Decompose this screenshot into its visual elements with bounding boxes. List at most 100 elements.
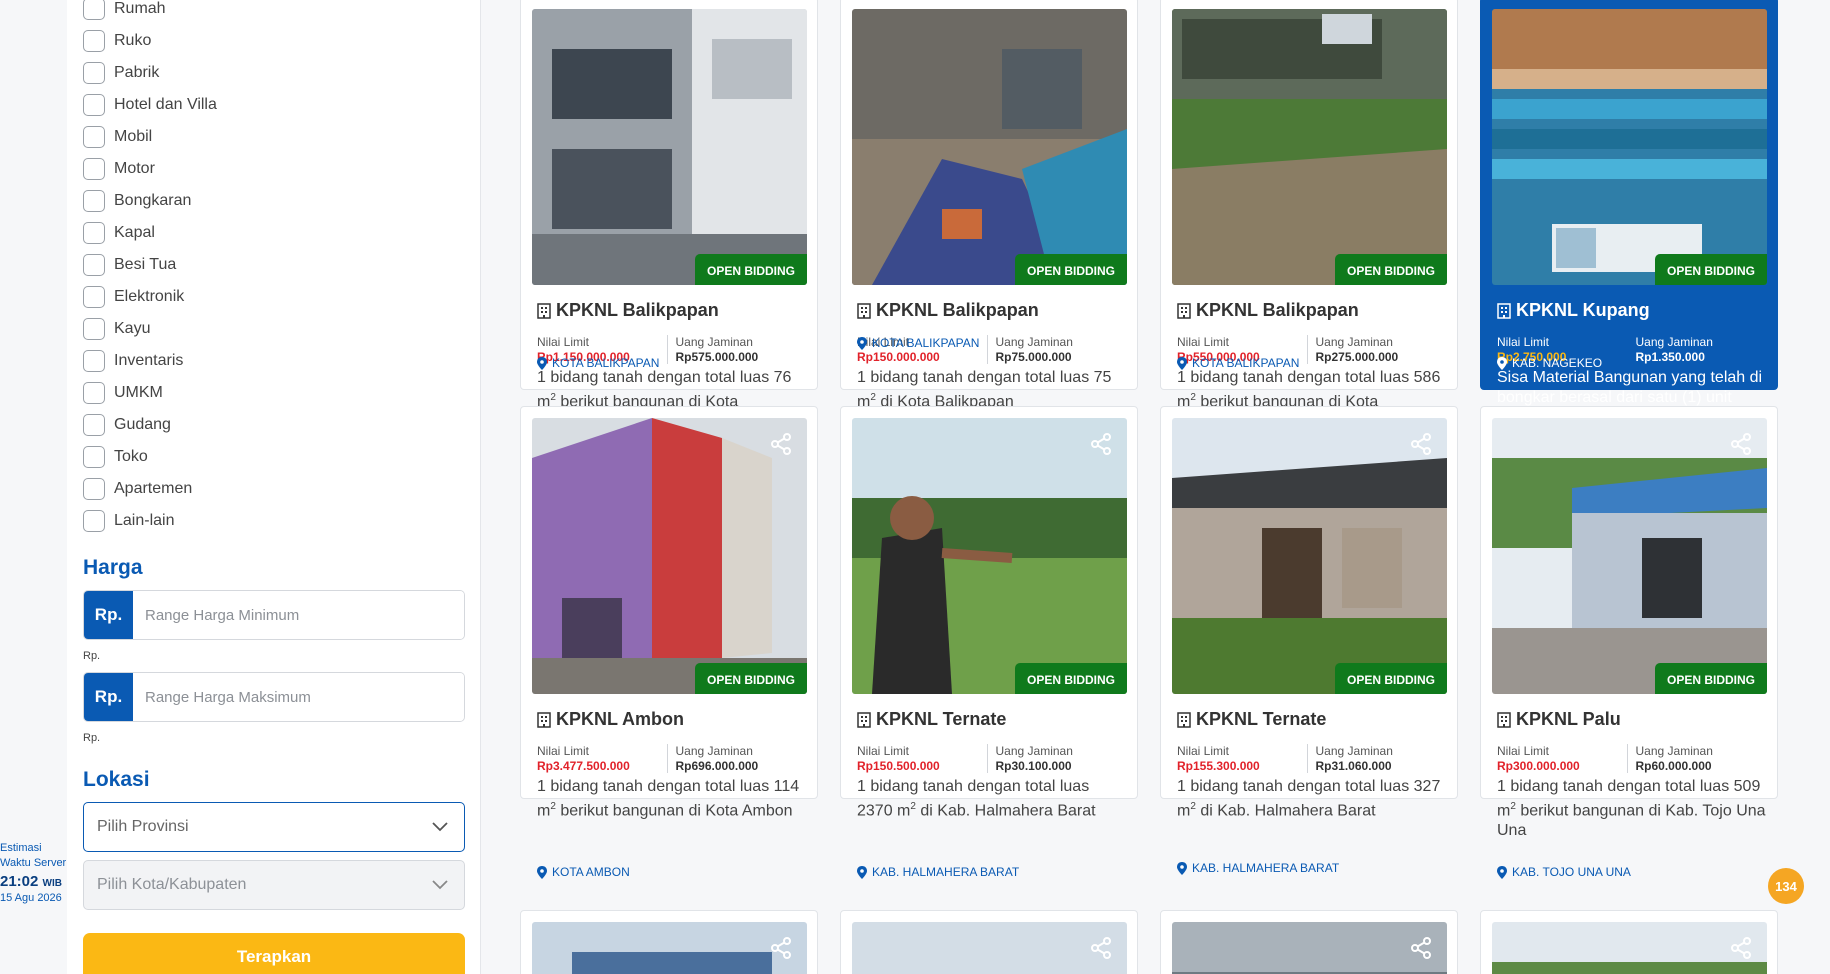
price-section-title: Harga	[83, 556, 143, 579]
category-item[interactable]: Kapal	[83, 217, 217, 249]
limit-value: Rp150.000.000	[857, 350, 940, 364]
guarantee-value: Rp60.000.000	[1635, 759, 1712, 773]
checkbox[interactable]	[83, 30, 105, 52]
auction-card[interactable]: OPEN BIDDING KPKNL Balikpapan Nilai Limi…	[1160, 0, 1458, 430]
province-select[interactable]: Pilih Provinsi	[83, 802, 465, 852]
category-item[interactable]: Kayu	[83, 313, 217, 345]
server-time-widget: Estimasi Waktu Server 21:02 WIB 15 Agu 2…	[0, 841, 66, 906]
category-label: Mobil	[114, 128, 153, 145]
checkbox[interactable]	[83, 414, 105, 436]
card-location: KOTA AMBON	[537, 865, 630, 879]
guarantee-label: Uang Jaminan	[1315, 335, 1393, 349]
card-location: KAB. HALMAHERA BARAT	[857, 865, 1019, 879]
checkbox[interactable]	[83, 350, 105, 372]
checkbox[interactable]	[83, 126, 105, 148]
price-max-field[interactable]: Rp.	[83, 672, 465, 722]
auction-card[interactable]: OPEN BIDDING KPKNL Ternate Nilai Limit Rp…	[840, 406, 1138, 879]
building-icon	[857, 302, 871, 319]
share-icon[interactable]	[1089, 432, 1113, 456]
card-office-name: KPKNL Kupang	[1516, 300, 1650, 320]
category-item[interactable]: Inventaris	[83, 345, 217, 377]
limit-label: Nilai Limit	[1497, 744, 1550, 758]
checkbox[interactable]	[83, 478, 105, 500]
category-item[interactable]: Apartemen	[83, 473, 217, 505]
card-office: KPKNL Ternate	[1177, 709, 1326, 730]
guarantee-value: Rp1.350.000	[1635, 350, 1705, 364]
auction-card[interactable]: OPEN BIDDING KPKNL Ambon Nilai Limit Rp3.…	[520, 406, 818, 879]
checkbox[interactable]	[83, 62, 105, 84]
auction-card[interactable]	[1160, 910, 1458, 974]
category-item[interactable]: Gudang	[83, 409, 217, 441]
card-prices: Nilai Limit Rp3.477.500.000 Uang Jaminan R…	[537, 744, 805, 773]
checkbox[interactable]	[83, 382, 105, 404]
checkbox[interactable]	[83, 0, 105, 20]
category-label: Bongkaran	[114, 192, 192, 209]
card-office-name: KPKNL Ambon	[556, 709, 684, 729]
guarantee-value: Rp31.060.000	[1315, 759, 1392, 773]
card-location: KOTA BALIKPAPAN	[1177, 356, 1299, 370]
category-item[interactable]: UMKM	[83, 377, 217, 409]
card-location: KOTA BALIKPAPAN	[857, 336, 979, 350]
share-icon[interactable]	[1729, 432, 1753, 456]
checkbox[interactable]	[83, 222, 105, 244]
auction-card[interactable]	[1480, 910, 1778, 974]
checkbox[interactable]	[83, 158, 105, 180]
auction-card[interactable]: OPEN BIDDING KPKNL Palu Nilai Limit Rp300…	[1480, 406, 1778, 879]
open-bidding-badge: OPEN BIDDING	[1334, 254, 1447, 285]
chat-count-button[interactable]: 134	[1768, 868, 1804, 904]
share-icon[interactable]	[1729, 936, 1753, 960]
card-description: 1 bidang tanah dengan total luas 2370 m2…	[857, 778, 1096, 820]
price-min-input[interactable]	[133, 591, 464, 639]
price-max-hint: Rp.	[83, 732, 101, 744]
price-max-input[interactable]	[133, 673, 464, 721]
guarantee-value: Rp575.000.000	[675, 350, 759, 364]
auction-card[interactable]	[520, 910, 818, 974]
price-min-field[interactable]: Rp.	[83, 590, 465, 640]
category-item[interactable]: Motor	[83, 153, 217, 185]
limit-label: Nilai Limit	[537, 744, 590, 758]
category-item[interactable]: Ruko	[83, 25, 217, 57]
category-item[interactable]: Hotel dan Villa	[83, 89, 217, 121]
category-label: Elektronik	[114, 288, 185, 305]
category-item[interactable]: Lain-lain	[83, 505, 217, 537]
apply-button[interactable]: Terapkan	[83, 933, 465, 974]
location-section-title: Lokasi	[83, 768, 150, 791]
auction-card[interactable]: OPEN BIDDING KPKNL Balikpapan Nilai Limi…	[840, 0, 1138, 410]
card-office-name: KPKNL Palu	[1516, 709, 1621, 729]
checkbox[interactable]	[83, 446, 105, 468]
category-item[interactable]: Pabrik	[83, 57, 217, 89]
share-icon[interactable]	[769, 936, 793, 960]
auction-card[interactable]: OPEN BIDDING KPKNL Ternate Nilai Limit Rp…	[1160, 406, 1458, 875]
category-label: Inventaris	[114, 352, 184, 369]
card-location-text: KAB. NAGEKEO	[1512, 356, 1603, 370]
checkbox[interactable]	[83, 254, 105, 276]
card-photo	[852, 922, 1127, 974]
limit-label: Nilai Limit	[537, 335, 590, 349]
category-item[interactable]: Besi Tua	[83, 249, 217, 281]
auction-card[interactable]	[840, 910, 1138, 974]
guarantee-label: Uang Jaminan	[675, 744, 753, 758]
auction-card[interactable]: OPEN BIDDING KPKNL Balikpapan Nilai Limi…	[520, 0, 818, 430]
card-location-text: KOTA BALIKPAPAN	[872, 336, 980, 350]
guarantee-label: Uang Jaminan	[1635, 744, 1713, 758]
checkbox[interactable]	[83, 286, 105, 308]
category-item[interactable]: Toko	[83, 441, 217, 473]
share-icon[interactable]	[1409, 432, 1433, 456]
auction-card-featured[interactable]: OPEN BIDDING KPKNL Kupang Nilai Limit Rp2…	[1480, 0, 1778, 426]
checkbox[interactable]	[83, 190, 105, 212]
city-select[interactable]: Pilih Kota/Kabupaten	[83, 860, 465, 910]
share-icon[interactable]	[1089, 936, 1113, 960]
card-description: 1 bidang tanah dengan total luas 509 m2 …	[1497, 778, 1766, 840]
card-description: 1 bidang tanah dengan total luas 114 m2 …	[537, 778, 800, 820]
card-photo	[1172, 922, 1447, 974]
share-icon[interactable]	[769, 432, 793, 456]
category-item[interactable]: Elektronik	[83, 281, 217, 313]
share-icon[interactable]	[1409, 936, 1433, 960]
checkbox[interactable]	[83, 510, 105, 532]
category-item[interactable]: Bongkaran	[83, 185, 217, 217]
category-item[interactable]: Mobil	[83, 121, 217, 153]
category-item[interactable]: Rumah	[83, 0, 217, 25]
checkbox[interactable]	[83, 94, 105, 116]
checkbox[interactable]	[83, 318, 105, 340]
category-label: Kapal	[114, 224, 155, 241]
